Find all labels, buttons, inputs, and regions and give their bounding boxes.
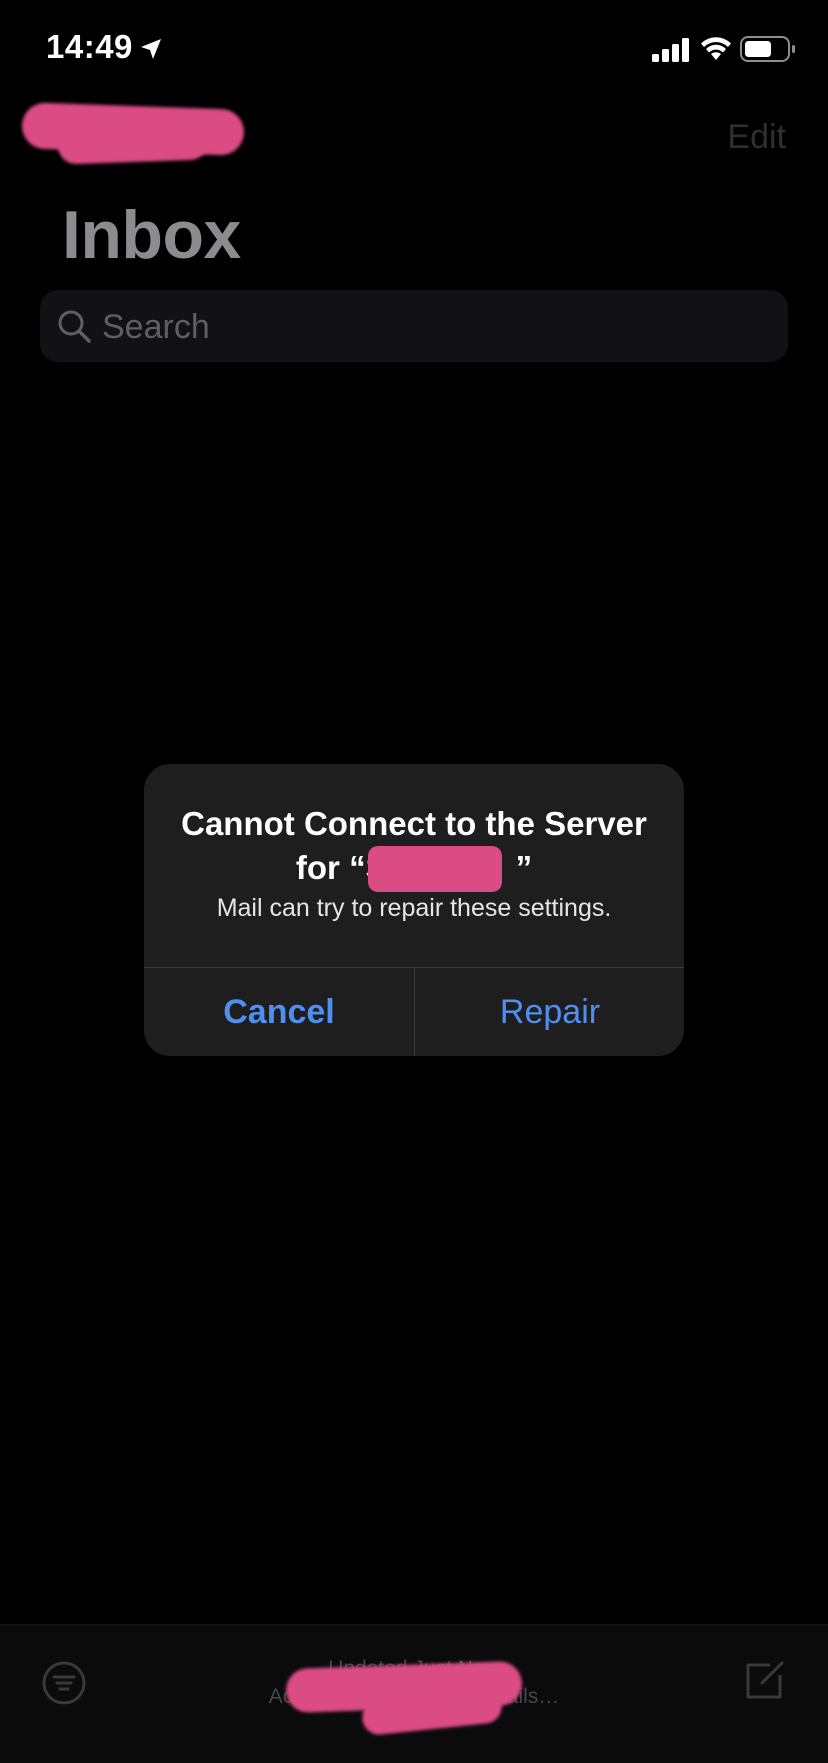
alert-title-suffix: ” xyxy=(515,849,533,886)
search-icon xyxy=(58,310,91,343)
alert-dialog: Cannot Connect to the Server for “S” Mai… xyxy=(144,764,684,1056)
search-input[interactable] xyxy=(100,290,764,364)
alert-title-line-1: Cannot Connect to the Server xyxy=(181,805,647,842)
compose-icon[interactable] xyxy=(740,1657,788,1705)
back-button[interactable] xyxy=(21,102,245,165)
cellular-signal-icon xyxy=(652,38,689,62)
status-bar: 14:49 xyxy=(0,0,828,100)
redaction-mark xyxy=(57,123,209,165)
search-bar[interactable] xyxy=(40,290,788,364)
edit-button[interactable]: Edit xyxy=(727,118,786,157)
repair-button[interactable]: Repair xyxy=(415,968,684,1056)
location-arrow-icon xyxy=(141,39,161,59)
wifi-icon xyxy=(701,37,731,60)
page-title: Inbox xyxy=(62,197,241,273)
cancel-button[interactable]: Cancel xyxy=(144,968,414,1056)
bottom-toolbar: Updated Just Now Account Erre etails… xyxy=(0,1624,828,1763)
status-time: 14:49 xyxy=(46,28,133,65)
alert-message: Mail can try to repair these settings. xyxy=(216,894,612,922)
battery-icon xyxy=(740,36,795,62)
redaction-mark xyxy=(368,846,502,892)
